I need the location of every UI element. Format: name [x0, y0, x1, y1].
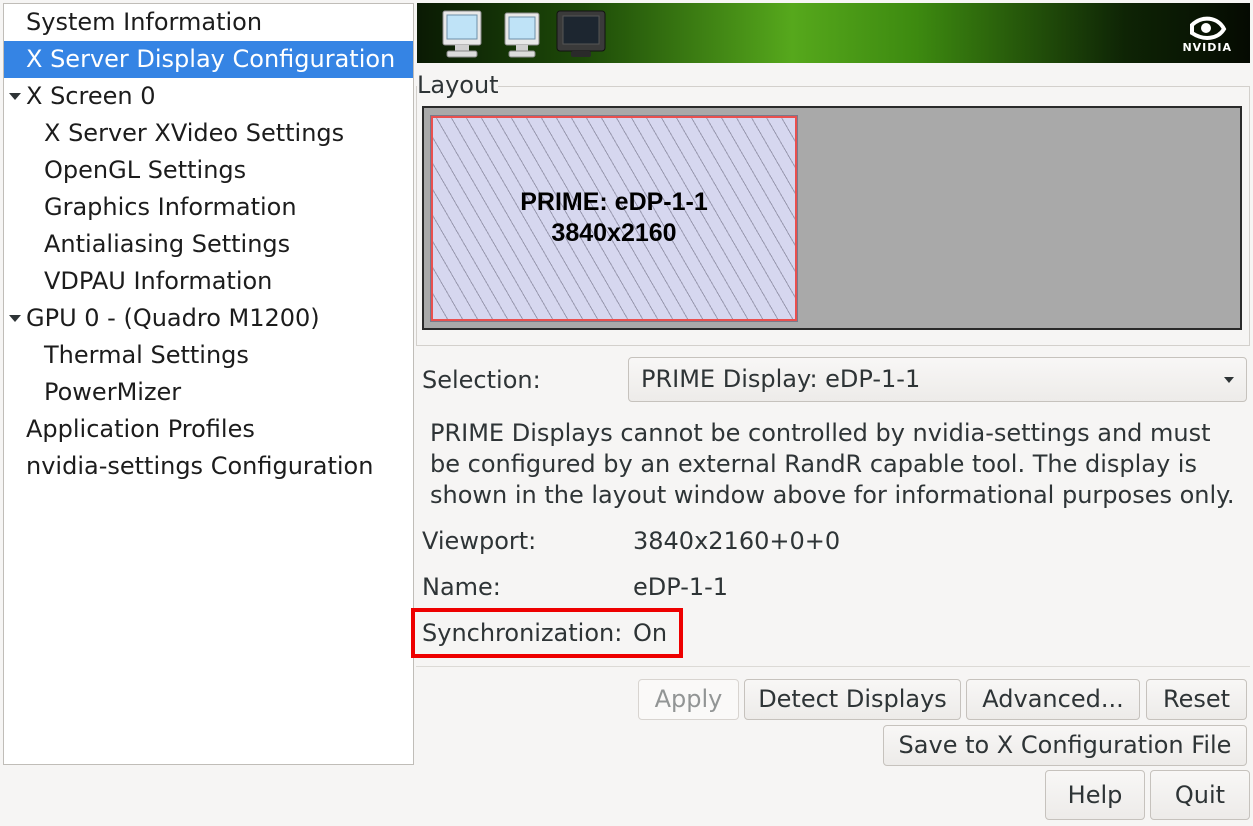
nvidia-brand-text: NVIDIA	[1182, 41, 1232, 54]
quit-button[interactable]: Quit	[1150, 770, 1250, 820]
synchronization-highlight	[411, 608, 683, 658]
sidebar-item-x-screen-0[interactable]: X Screen 0	[4, 78, 413, 115]
sidebar-item-label: System Information	[26, 8, 263, 36]
sidebar-item-antialiasing-settings[interactable]: Antialiasing Settings	[4, 226, 413, 263]
sidebar-item-label: nvidia-settings Configuration	[26, 452, 374, 480]
sidebar-item-label: Antialiasing Settings	[44, 230, 291, 258]
reset-button[interactable]: Reset	[1146, 679, 1247, 720]
sidebar-item-label: X Screen 0	[26, 82, 156, 110]
sidebar-item-system-information[interactable]: System Information	[4, 4, 413, 41]
sidebar-item-label: Graphics Information	[44, 193, 297, 221]
sidebar-item-nvidia-settings-configuration[interactable]: nvidia-settings Configuration	[4, 448, 413, 485]
save-config-button[interactable]: Save to X Configuration File	[883, 725, 1247, 766]
detect-displays-button[interactable]: Detect Displays	[744, 679, 961, 720]
expander-arrow-icon[interactable]	[9, 315, 21, 322]
sidebar-item-label: Thermal Settings	[44, 341, 249, 369]
divider	[416, 666, 1250, 667]
selection-dropdown-value: PRIME Display: eDP-1-1	[641, 365, 921, 393]
sidebar-item-opengl-settings[interactable]: OpenGL Settings	[4, 152, 413, 189]
sidebar-item-label: PowerMizer	[44, 378, 182, 406]
advanced-button[interactable]: Advanced...	[966, 679, 1140, 720]
selection-label: Selection:	[422, 366, 541, 394]
sidebar-tree: System Information X Server Display Conf…	[3, 3, 414, 765]
viewport-label: Viewport:	[422, 527, 537, 555]
sidebar-item-label: X Server Display Configuration	[26, 45, 396, 73]
sidebar-item-label: OpenGL Settings	[44, 156, 247, 184]
sidebar-item-application-profiles[interactable]: Application Profiles	[4, 411, 413, 448]
sidebar-item-vdpau-information[interactable]: VDPAU Information	[4, 263, 413, 300]
sidebar-item-thermal-settings[interactable]: Thermal Settings	[4, 337, 413, 374]
viewport-value: 3840x2160+0+0	[633, 527, 841, 555]
monitor-icon	[442, 10, 482, 58]
monitor-icon	[556, 10, 606, 57]
chevron-down-icon	[1224, 377, 1234, 383]
sidebar-item-gpu-0[interactable]: GPU 0 - (Quadro M1200)	[4, 300, 413, 337]
help-button[interactable]: Help	[1045, 770, 1145, 820]
nvidia-banner: NVIDIA	[417, 3, 1250, 63]
display-eDP-1-1[interactable]: PRIME: eDP-1-1 3840x2160	[430, 115, 798, 322]
display-resolution-label: 3840x2160	[551, 219, 677, 247]
sidebar-item-powermizer[interactable]: PowerMizer	[4, 374, 413, 411]
sidebar-item-x-server-display-configuration[interactable]: X Server Display Configuration	[4, 41, 413, 78]
prime-info-text: PRIME Displays cannot be controlled by n…	[430, 419, 1235, 509]
sidebar-item-label: Application Profiles	[26, 415, 255, 443]
expander-arrow-icon[interactable]	[9, 93, 21, 100]
monitor-icon	[504, 12, 540, 58]
name-label: Name:	[422, 573, 501, 601]
sidebar-item-graphics-information[interactable]: Graphics Information	[4, 189, 413, 226]
name-value: eDP-1-1	[633, 573, 729, 601]
apply-button[interactable]: Apply	[638, 679, 739, 720]
sidebar-item-xvideo-settings[interactable]: X Server XVideo Settings	[4, 115, 413, 152]
sidebar-item-label: X Server XVideo Settings	[44, 119, 345, 147]
sidebar-item-label: VDPAU Information	[44, 267, 273, 295]
selection-dropdown[interactable]: PRIME Display: eDP-1-1	[628, 357, 1247, 402]
display-name-label: PRIME: eDP-1-1	[520, 188, 708, 216]
sidebar-item-label: GPU 0 - (Quadro M1200)	[26, 304, 320, 332]
